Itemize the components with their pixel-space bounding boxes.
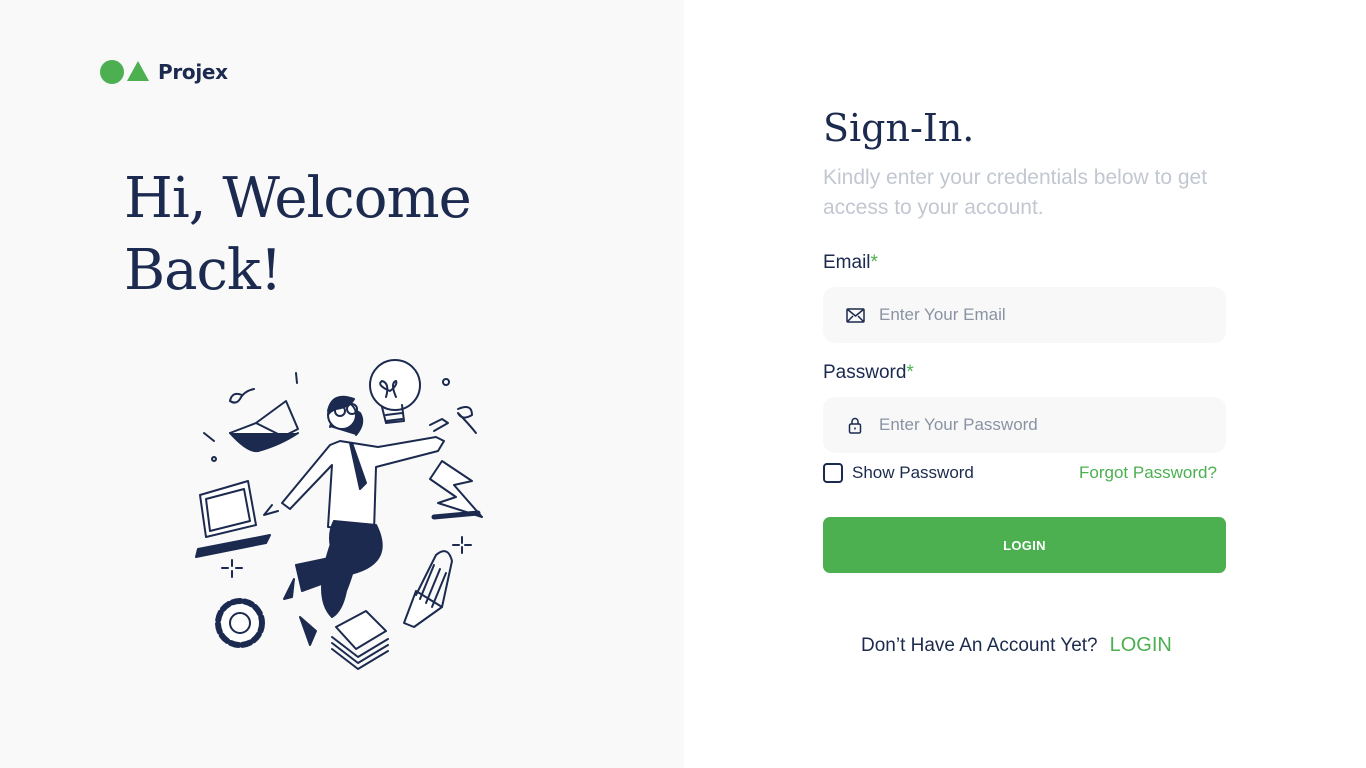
logo-circle-icon — [100, 60, 124, 84]
password-input[interactable] — [877, 414, 1201, 436]
email-input[interactable] — [877, 304, 1201, 326]
email-required-mark: * — [870, 252, 878, 273]
no-account-login-link[interactable]: LOGIN — [1110, 634, 1172, 657]
password-required-mark: * — [906, 362, 914, 383]
signin-subtitle: Kindly enter your credentials below to g… — [823, 166, 1208, 219]
email-label: Email* — [823, 252, 878, 274]
show-password-toggle[interactable]: Show Password — [823, 463, 974, 483]
show-password-checkbox[interactable] — [823, 463, 843, 483]
brand-logo[interactable]: Projex — [100, 59, 228, 85]
login-button[interactable]: LOGIN — [823, 517, 1226, 573]
lock-icon — [845, 415, 865, 435]
person-ideas-illustration — [195, 359, 483, 670]
mail-icon — [845, 305, 865, 325]
password-field[interactable] — [823, 397, 1226, 453]
forgot-password-link[interactable]: Forgot Password? — [1079, 463, 1217, 483]
email-label-text: Email — [823, 252, 871, 273]
logo-triangle-icon — [127, 61, 149, 81]
welcome-heading: Hi, Welcome Back! — [124, 166, 472, 303]
no-account-text: Don’t Have An Account Yet? — [861, 635, 1098, 656]
password-label-text: Password — [823, 362, 907, 383]
signup-prompt: Don’t Have An Account Yet? LOGIN — [861, 634, 1172, 657]
password-label: Password* — [823, 362, 914, 384]
show-password-label: Show Password — [852, 463, 974, 482]
email-field[interactable] — [823, 287, 1226, 343]
signin-title: Sign-In. — [823, 106, 975, 150]
welcome-panel: Projex Hi, Welcome Back! — [0, 0, 684, 768]
brand-name: Projex — [158, 60, 228, 84]
